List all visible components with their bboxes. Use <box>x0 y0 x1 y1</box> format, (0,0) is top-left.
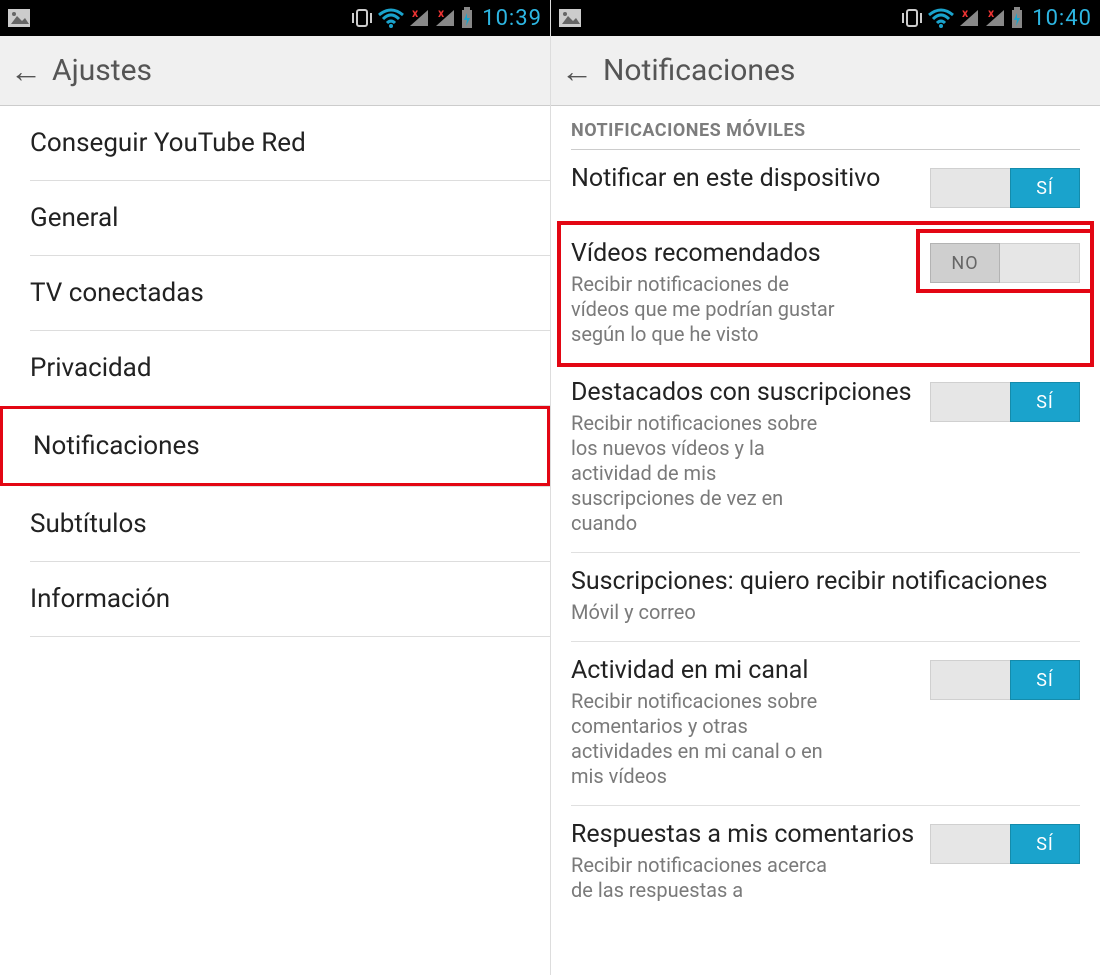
battery-charging-icon <box>460 7 474 29</box>
header-right[interactable]: ← Notificaciones <box>551 36 1100 106</box>
notif-item-recommended[interactable]: Vídeos recomendados Recibir notificacion… <box>551 225 1100 363</box>
notif-item-highlights[interactable]: Destacados con suscripciones Recibir not… <box>551 364 1100 552</box>
settings-item-notifications[interactable]: Notificaciones <box>0 406 550 486</box>
screen-right: x x 10:40 ← Notificaciones NOTIFICACIONE… <box>550 0 1100 975</box>
back-arrow-icon[interactable]: ← <box>561 55 593 87</box>
svg-text:x: x <box>412 8 419 20</box>
toggle-channel-activity[interactable]: SÍ <box>930 660 1080 700</box>
settings-item-subtitles[interactable]: Subtítulos <box>0 487 550 561</box>
notif-item-channel-activity[interactable]: Actividad en mi canal Recibir notificaci… <box>551 642 1100 805</box>
toggle-device[interactable]: SÍ <box>930 168 1080 208</box>
svg-text:x: x <box>988 8 995 20</box>
notif-title: Vídeos recomendados <box>571 239 918 268</box>
notif-item-replies[interactable]: Respuestas a mis comentarios Recibir not… <box>551 806 1100 919</box>
notif-title: Suscripciones: quiero recibir notificaci… <box>571 567 1080 596</box>
notif-title: Respuestas a mis comentarios <box>571 820 918 849</box>
toggle-recommended[interactable]: NO <box>930 243 1080 283</box>
signal-no-icon: x <box>958 8 980 28</box>
section-title-mobile: NOTIFICACIONES MÓVILES <box>551 106 1100 149</box>
battery-charging-icon <box>1010 7 1024 29</box>
svg-text:x: x <box>438 8 445 20</box>
notif-desc: Móvil y correo <box>571 600 1080 625</box>
page-title: Ajustes <box>52 53 152 88</box>
notif-item-subscriptions[interactable]: Suscripciones: quiero recibir notificaci… <box>551 553 1100 641</box>
toggle-highlights[interactable]: SÍ <box>930 382 1080 422</box>
signal-no-icon: x <box>984 8 1006 28</box>
header-left[interactable]: ← Ajustes <box>0 36 550 106</box>
back-arrow-icon[interactable]: ← <box>10 55 42 87</box>
notif-desc: Recibir notificaciones sobre comentarios… <box>571 689 841 789</box>
wifi-icon <box>928 8 954 28</box>
settings-item-general[interactable]: General <box>0 181 550 255</box>
signal-no-icon: x <box>408 8 430 28</box>
settings-item-privacy[interactable]: Privacidad <box>0 331 550 405</box>
screen-left: x x 10:39 ← Ajustes Conseguir YouTube Re… <box>0 0 550 975</box>
status-bar-right: x x 10:40 <box>551 0 1100 36</box>
vibrate-icon <box>900 7 924 29</box>
toggle-replies[interactable]: SÍ <box>930 824 1080 864</box>
notif-desc: Recibir notificaciones sobre los nuevos … <box>571 411 841 536</box>
notif-desc: Recibir notificaciones de vídeos que me … <box>571 272 841 347</box>
picture-icon <box>8 9 30 27</box>
notif-title: Destacados con suscripciones <box>571 378 918 407</box>
status-time: 10:40 <box>1032 6 1092 31</box>
notif-item-device[interactable]: Notificar en este dispositivo SÍ <box>551 150 1100 224</box>
settings-list: Conseguir YouTube Red General TV conecta… <box>0 106 550 975</box>
settings-item-tv[interactable]: TV conectadas <box>0 256 550 330</box>
status-bar-left: x x 10:39 <box>0 0 550 36</box>
svg-text:x: x <box>962 8 969 20</box>
settings-item-info[interactable]: Información <box>0 562 550 636</box>
settings-item-youtube-red[interactable]: Conseguir YouTube Red <box>0 106 550 180</box>
notif-title: Actividad en mi canal <box>571 656 918 685</box>
notif-desc: Recibir notificaciones acerca de las res… <box>571 853 841 903</box>
picture-icon <box>559 9 581 27</box>
notif-title: Notificar en este dispositivo <box>571 164 918 193</box>
notifications-list: Notificar en este dispositivo SÍ Vídeos … <box>551 150 1100 975</box>
page-title: Notificaciones <box>603 53 795 88</box>
status-time: 10:39 <box>482 6 542 31</box>
signal-no-icon: x <box>434 8 456 28</box>
wifi-icon <box>378 8 404 28</box>
vibrate-icon <box>350 7 374 29</box>
